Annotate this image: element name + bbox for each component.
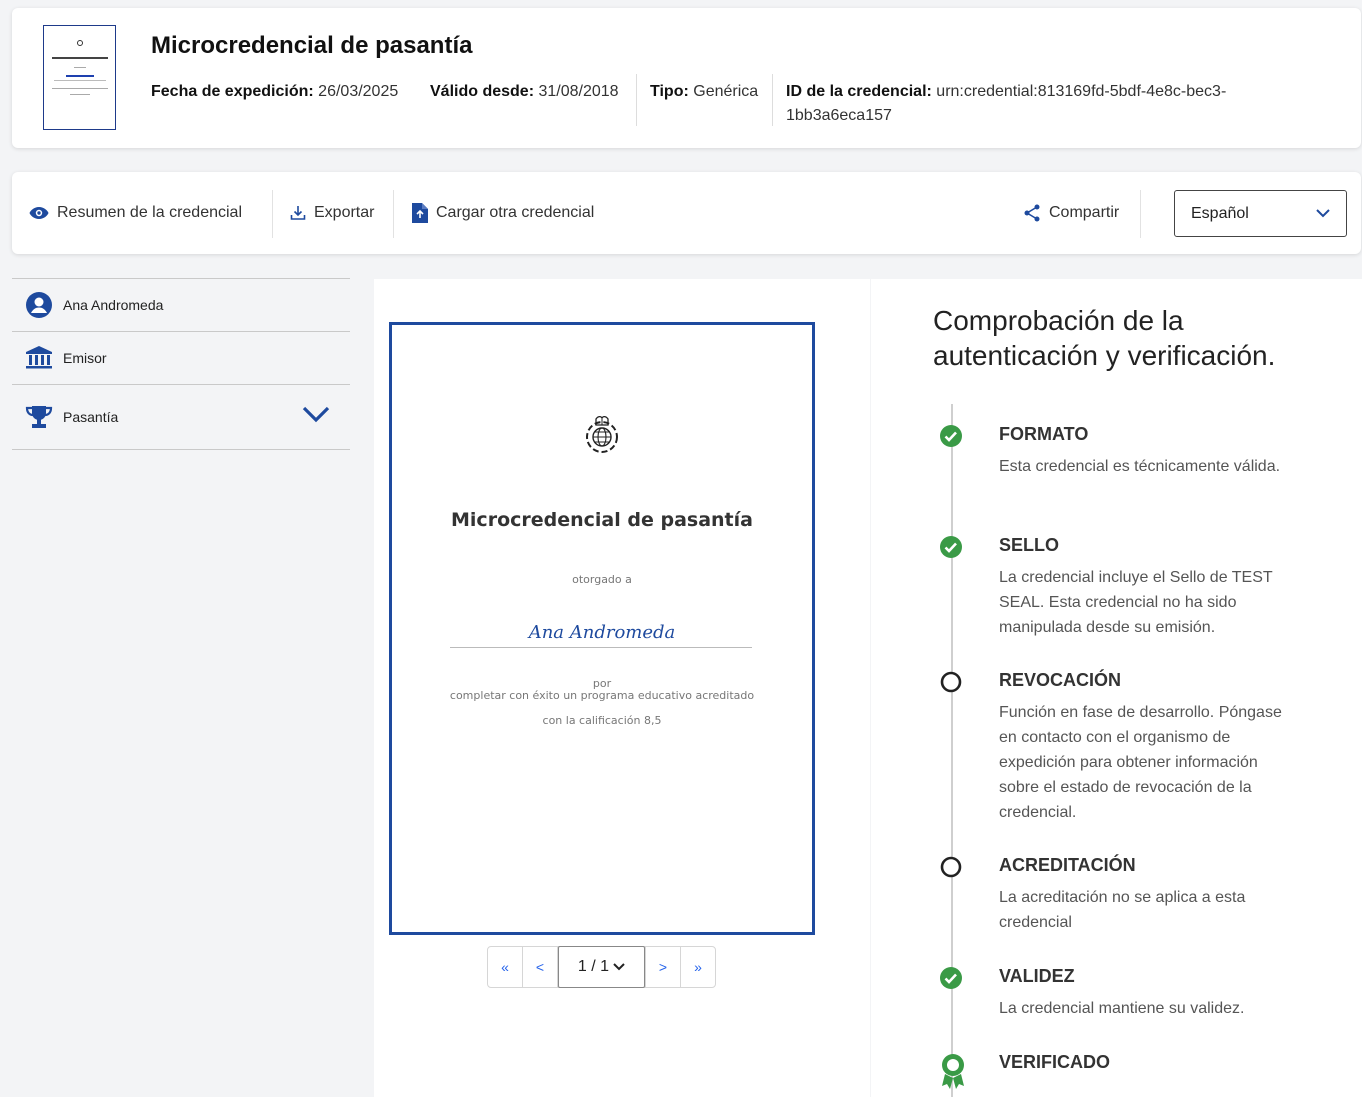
check-circle-icon — [940, 967, 962, 989]
sidebar-item-label: Emisor — [63, 350, 107, 366]
valid-from-label: Válido desde: — [430, 83, 535, 100]
sidebar: Ana Andromeda Emisor Pasantía — [12, 278, 350, 450]
share-icon — [1024, 204, 1040, 222]
thumbnail-name — [66, 75, 94, 77]
language-value: Español — [1191, 204, 1249, 222]
verification-panel: Comprobación de la autenticación y verif… — [871, 279, 1362, 1097]
sidebar-item-holder[interactable]: Ana Andromeda — [12, 278, 350, 331]
credential-header: Microcredencial de pasantía Fecha de exp… — [12, 8, 1361, 148]
share-label: Compartir — [1049, 204, 1120, 221]
page-indicator: 1 / 1 — [577, 958, 610, 975]
upload-label: Cargar otra credencial — [436, 204, 595, 221]
upload-credential-button[interactable]: Cargar otra credencial — [412, 201, 594, 225]
thumbnail-line — [74, 67, 86, 68]
meta-divider — [772, 74, 773, 126]
credential-type: Tipo: Genérica — [650, 80, 758, 104]
awarded-to-text: otorgado a — [572, 573, 632, 586]
sidebar-item-label: Pasantía — [63, 409, 119, 425]
chevron-down-icon — [1316, 209, 1330, 218]
summary-button[interactable]: Resumen de la credencial — [29, 201, 242, 225]
type-label: Tipo: — [650, 83, 689, 100]
next-page-button[interactable]: > — [645, 947, 680, 987]
award-ribbon-icon — [942, 1054, 964, 1089]
toolbar-divider — [1140, 190, 1141, 238]
document-title: Microcredencial de pasantía — [451, 509, 753, 531]
recipient-underline — [450, 647, 752, 648]
reason-text: completar con éxito un programa educativ… — [449, 689, 755, 702]
file-upload-icon — [412, 203, 428, 223]
institution-icon — [26, 346, 52, 369]
toolbar-divider — [393, 190, 394, 238]
sidebar-item-label: Ana Andromeda — [63, 297, 164, 313]
empty-circle-icon — [940, 856, 962, 878]
document-page: Microcredencial de pasantía otorgado a A… — [389, 322, 815, 935]
timeline-line — [951, 404, 953, 1097]
step-description: Función en fase de desarrollo. Póngase e… — [999, 704, 1282, 821]
step-name: SELLO — [999, 535, 1060, 555]
last-page-button[interactable]: » — [680, 947, 715, 987]
download-icon — [290, 206, 306, 220]
thumbnail-title — [52, 57, 108, 59]
chevron-down-icon[interactable] — [302, 405, 330, 423]
step-name: FORMATO — [999, 424, 1089, 444]
valid-from-value: 31/08/2018 — [538, 83, 619, 100]
thumbnail-rule — [54, 80, 106, 81]
step-name: REVOCACIÓN — [999, 670, 1122, 690]
step-name: ACREDITACIÓN — [999, 855, 1136, 875]
type-value: Genérica — [693, 83, 759, 100]
step-description: La credencial incluye el Sello de TEST S… — [999, 569, 1273, 636]
toolbar: Resumen de la credencial Exportar Cargar… — [12, 172, 1361, 254]
issue-date-label: Fecha de expedición: — [151, 83, 314, 100]
eye-icon — [29, 207, 49, 219]
share-button[interactable]: Compartir — [1023, 201, 1119, 225]
grade-text: con la calificación 8,5 — [542, 714, 662, 727]
export-label: Exportar — [314, 204, 375, 221]
toolbar-divider — [272, 190, 273, 238]
recipient-name: Ana Andromeda — [528, 622, 676, 643]
summary-label: Resumen de la credencial — [57, 204, 242, 221]
issue-date: Fecha de expedición: 26/03/2025 — [151, 80, 398, 104]
step-description: Esta credencial es técnicamente válida. — [999, 458, 1281, 475]
pagination: « < 1 / 1 > » — [487, 946, 716, 988]
user-circle-icon — [26, 292, 52, 318]
thumbnail-line — [70, 94, 90, 95]
credential-thumbnail[interactable] — [43, 25, 116, 130]
meta-divider — [636, 74, 637, 126]
step-description: La credencial mantiene su validez. — [999, 1000, 1245, 1017]
issue-date-value: 26/03/2025 — [318, 83, 399, 100]
first-page-button[interactable]: « — [488, 947, 523, 987]
thumbnail-seal — [77, 40, 83, 46]
prev-page-button[interactable]: < — [523, 947, 558, 987]
verification-title: Comprobación de la autenticación y verif… — [933, 305, 1276, 371]
sidebar-item-issuer[interactable]: Emisor — [12, 331, 350, 384]
check-circle-icon — [940, 425, 962, 447]
export-button[interactable]: Exportar — [290, 201, 374, 225]
page-select[interactable]: 1 / 1 — [558, 946, 645, 988]
seal-icon — [586, 415, 618, 453]
empty-circle-icon — [940, 671, 962, 693]
page-title: Microcredencial de pasantía — [151, 32, 473, 59]
id-label: ID de la credencial: — [786, 83, 932, 100]
thumbnail-line — [52, 88, 108, 89]
trophy-icon — [25, 406, 53, 428]
credential-id: ID de la credencial: urn:credential:8131… — [786, 80, 1266, 128]
document-preview-panel: Microcredencial de pasantía otorgado a A… — [374, 279, 870, 1097]
chevron-down-icon — [613, 963, 625, 971]
check-circle-icon — [940, 536, 962, 558]
valid-from: Válido desde: 31/08/2018 — [430, 80, 619, 104]
step-name: VERIFICADO — [999, 1052, 1111, 1072]
language-select[interactable]: Español — [1174, 190, 1347, 237]
step-name: VALIDEZ — [999, 966, 1075, 986]
step-description: La acreditación no se aplica a esta cred… — [999, 889, 1246, 931]
sidebar-item-internship[interactable]: Pasantía — [12, 384, 350, 450]
